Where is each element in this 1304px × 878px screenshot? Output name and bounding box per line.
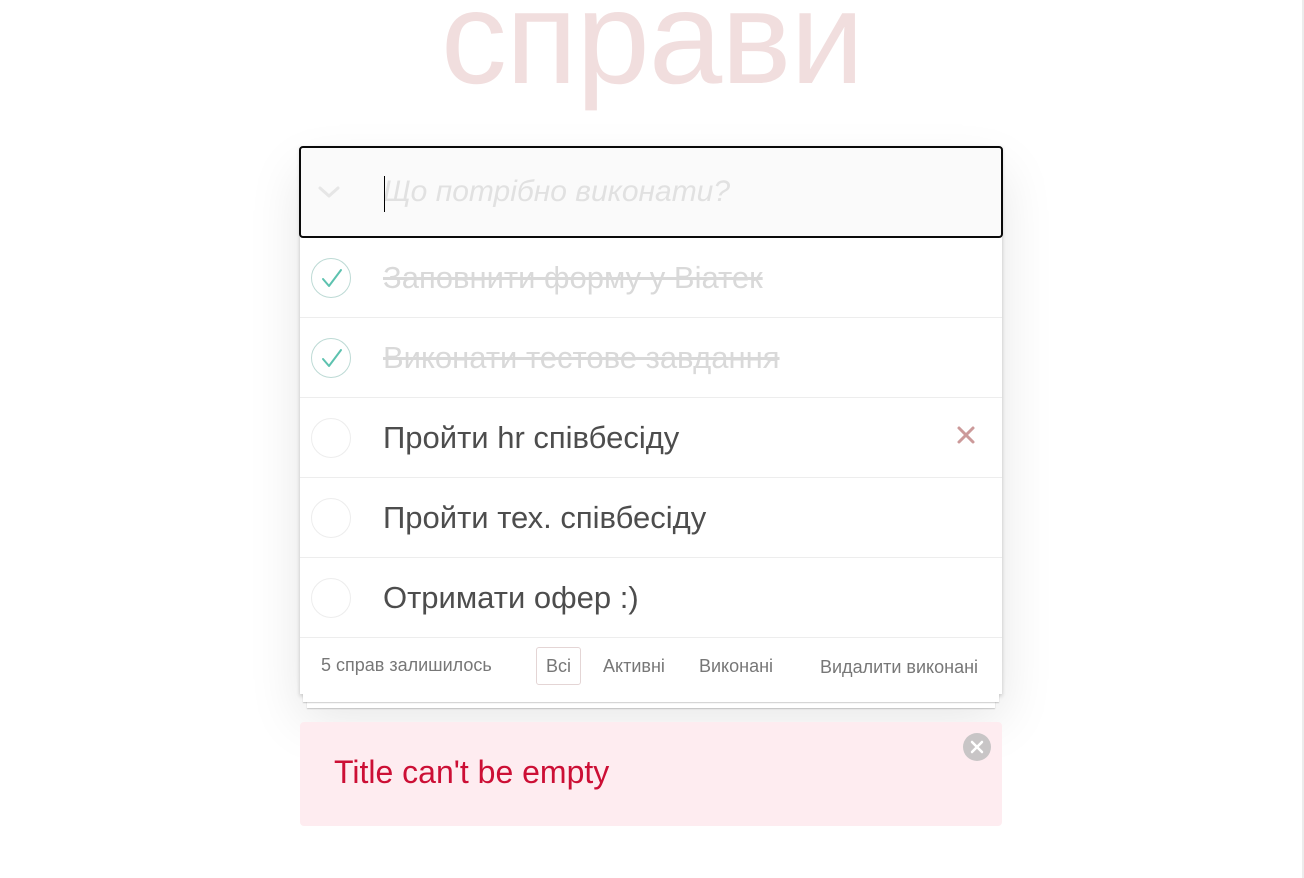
filter-completed[interactable]: Виконані (689, 647, 783, 685)
close-icon[interactable] (954, 420, 978, 450)
clear-completed-button[interactable]: Видалити виконані (820, 657, 978, 678)
todo-list: Заповнити форму у Віатек Виконати тестов… (300, 238, 1002, 638)
todo-header (299, 146, 1003, 238)
todo-toggle[interactable] (311, 578, 351, 618)
stack-shadow (303, 694, 999, 702)
new-todo-input[interactable] (383, 170, 973, 214)
new-todo-container (299, 146, 1003, 238)
todo-count: 5 справ залишилось (321, 655, 492, 675)
todo-item: Пройти тех. співбесіду (300, 478, 1002, 558)
app-title: справи (440, 0, 864, 111)
todo-title[interactable]: Виконати тестове завдання (383, 337, 780, 379)
checkmark-icon (322, 269, 342, 287)
todo-toggle[interactable] (311, 418, 351, 458)
checkmark-icon (322, 349, 342, 367)
chevron-down-icon[interactable] (315, 178, 343, 206)
text-caret (384, 176, 385, 212)
todo-item: Отримати офер :) (300, 558, 1002, 638)
close-circle-icon[interactable] (963, 733, 991, 761)
todo-title[interactable]: Отримати офер :) (383, 577, 639, 619)
error-message: Title can't be empty (334, 754, 610, 790)
todo-toggle[interactable] (311, 258, 351, 298)
todo-footer: 5 справ залишилось Всі Активні Виконані … (300, 638, 1002, 694)
filter-all[interactable]: Всі (536, 647, 582, 685)
todo-title[interactable]: Пройти hr співбесіду (383, 417, 679, 459)
todo-toggle[interactable] (311, 498, 351, 538)
todo-title[interactable]: Пройти тех. співбесіду (383, 497, 706, 539)
todo-toggle[interactable] (311, 338, 351, 378)
todo-item: Пройти hr співбесіду (300, 398, 1002, 478)
todo-item: Заповнити форму у Віатек (300, 238, 1002, 318)
error-notification: Title can't be empty (300, 722, 1002, 826)
filter-active[interactable]: Активні (593, 647, 675, 685)
todo-item: Виконати тестове завдання (300, 318, 1002, 398)
todo-app: Заповнити форму у Віатек Виконати тестов… (299, 146, 1003, 694)
todo-title[interactable]: Заповнити форму у Віатек (383, 257, 763, 299)
